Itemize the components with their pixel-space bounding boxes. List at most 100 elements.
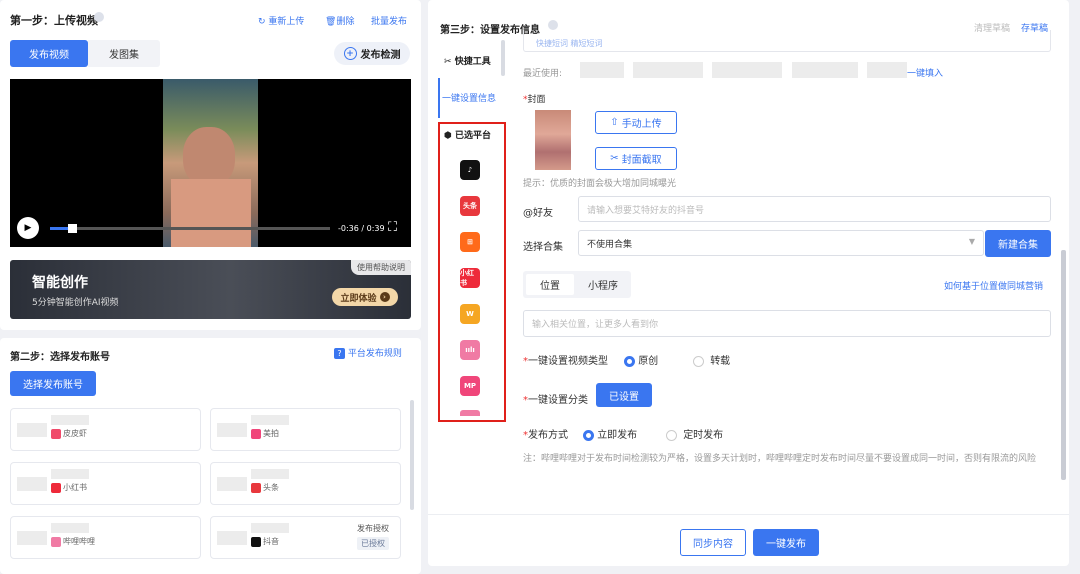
platform-tag: 皮皮虾 — [51, 428, 87, 439]
video-type-row: *一键设置视频类型 — [523, 356, 608, 367]
step2-title: 第二步：选择发布账号 — [10, 352, 110, 363]
account-card[interactable]: 美拍 — [210, 408, 401, 451]
category-row: *一键设置分类 — [523, 395, 588, 406]
account-card[interactable]: 皮皮虾 — [10, 408, 201, 451]
batch-publish-button[interactable]: 批量发布 — [371, 14, 407, 27]
radio-original-circle — [624, 355, 635, 367]
question-icon: ? — [334, 348, 345, 359]
side-scrollbar[interactable] — [501, 40, 505, 76]
weishi-icon[interactable]: W — [460, 304, 480, 324]
meipai-icon[interactable]: MP — [460, 376, 480, 396]
platform-tag-icon — [251, 536, 261, 547]
platform-tag: 美拍 — [251, 428, 279, 439]
collection-select[interactable]: 不使用合集 ▼ — [578, 230, 984, 256]
platform-rules-link[interactable]: ? 平台发布规则 — [334, 346, 402, 359]
form-scrollbar[interactable] — [1061, 250, 1066, 480]
location-input[interactable]: 输入相关位置，让更多人看到你 — [523, 310, 1051, 337]
account-panel: 第二步：选择发布账号 ? 平台发布规则 选择发布账号 皮皮虾 美拍小红书 头条 哔哩哔… — [0, 338, 421, 574]
platform-tag: 抖音 — [251, 536, 279, 547]
help-icon — [548, 20, 558, 30]
check-icon: + — [343, 47, 357, 60]
step1-title: 第一步：上传视频 — [10, 14, 98, 27]
short-phrase-box[interactable]: 快捷短词 精短短词 — [523, 30, 1051, 52]
at-friends-input[interactable]: 请输入想要艾特好友的抖音号 — [578, 196, 1051, 222]
account-card[interactable]: 头条 — [210, 462, 401, 505]
cover-tip: 提示：优质的封面会极大增加同城曝光 — [523, 179, 677, 189]
reupload-button[interactable]: ↻ 重新上传 — [258, 14, 304, 27]
shirt-shape — [171, 179, 251, 247]
selected-platforms-box: ⬢ 已选平台 ♪ 头条 ⊞ 小红书 Wıılı MP — [438, 122, 506, 422]
auth-badge: 已授权 — [357, 537, 389, 550]
radio-repost-circle — [693, 355, 704, 367]
publish-check-button[interactable]: + 发布检测 — [334, 42, 410, 65]
new-collection-button[interactable]: 新建合集 — [985, 230, 1051, 257]
avatar — [217, 531, 247, 545]
at-friends-label: @好友 — [523, 208, 553, 219]
bilibili-icon[interactable]: ıılı — [460, 340, 480, 360]
radio-publish-now[interactable]: 立即发布 — [583, 426, 637, 441]
banner-help-link[interactable]: 使用帮助说明 — [351, 260, 411, 275]
upload-panel: 第一步：上传视频 ↻ 重新上传 🗑删除 批量发布 发布视频 发图集 + 发布检测… — [0, 0, 421, 330]
footer-divider — [428, 514, 1069, 515]
banner-try-button[interactable]: 立即体验 › — [332, 288, 398, 306]
side-tools[interactable]: ✂ 快捷工具 — [444, 54, 491, 67]
toutiao-icon[interactable]: 头条 — [460, 196, 480, 216]
account-name — [51, 523, 89, 533]
douyin-icon[interactable]: ♪ — [460, 160, 480, 180]
sync-content-button[interactable]: 同步内容 — [680, 529, 746, 556]
arrow-right-icon: › — [379, 292, 390, 302]
scissors-icon: ✂ — [610, 153, 619, 164]
account-card[interactable]: 抖音 发布授权 已授权 — [210, 516, 401, 559]
radio-repost[interactable]: 转载 — [693, 352, 730, 367]
play-button[interactable]: ▶ — [17, 217, 39, 239]
manual-upload-button[interactable]: ⇧ 手动上传 — [595, 111, 677, 134]
platform-tag: 小红书 — [51, 482, 87, 493]
account-card[interactable]: 哔哩哔哩 — [10, 516, 201, 559]
tab-mini-program[interactable]: 小程序 — [579, 274, 627, 295]
account-card[interactable]: 小红书 — [10, 462, 201, 505]
xiaohongshu-icon[interactable]: 小红书 — [460, 268, 480, 288]
category-set-button[interactable]: 已设置 — [596, 383, 652, 407]
tab-location[interactable]: 位置 — [526, 274, 574, 295]
account-name — [251, 415, 289, 425]
account-name — [251, 523, 289, 533]
video-progress-track[interactable] — [50, 227, 330, 230]
platform-tag-icon — [251, 482, 261, 493]
cover-thumbnail[interactable] — [535, 110, 571, 170]
account-name — [251, 469, 289, 479]
cloud-upload-icon: ⇧ — [610, 117, 619, 128]
kuaishou-icon[interactable]: ⊞ — [460, 232, 480, 252]
video-progress-handle[interactable] — [68, 224, 78, 233]
radio-original[interactable]: 原创 — [624, 352, 658, 367]
choose-account-button[interactable]: 选择发布账号 — [10, 371, 96, 396]
ai-creation-banner[interactable]: 智能创作 5分钟智能创作AI视频 使用帮助说明 立即体验 › — [10, 260, 411, 319]
platform-tag-icon — [251, 428, 261, 439]
tab-publish-video[interactable]: 发布视频 — [10, 40, 88, 67]
publish-mode-row: *发布方式 — [523, 430, 568, 441]
location-marketing-link[interactable]: 如何基于位置做同城营销 — [944, 279, 1043, 292]
radio-publish-timed-circle — [666, 429, 677, 441]
avatar — [17, 423, 47, 437]
video-frame — [163, 79, 258, 247]
face-shape — [183, 127, 235, 187]
video-time: -0:36 / 0:39 — [338, 224, 385, 233]
cover-label: *封面 — [523, 95, 546, 105]
account-name — [51, 469, 89, 479]
location-tabs: 位置 小程序 — [523, 271, 631, 298]
fill-in-link[interactable]: 一键填入 — [907, 66, 943, 79]
account-name — [51, 415, 89, 425]
side-divider — [438, 78, 440, 118]
cover-capture-button[interactable]: ✂ 封面截取 — [595, 147, 677, 170]
chevron-down-icon: ▼ — [968, 237, 975, 246]
publish-info-panel: 第三步：设置发布信息 清理草稿 存草稿 ✂ 快捷工具 一键设置信息 ⬢ 已选平台… — [428, 0, 1069, 566]
publish-all-button[interactable]: 一键发布 — [753, 529, 819, 556]
video-player[interactable]: ▶ -0:36 / 0:39 ⛶ — [10, 79, 411, 247]
refresh-icon: ↻ — [258, 17, 266, 27]
account-scrollbar[interactable] — [410, 400, 414, 510]
side-quick-setting[interactable]: 一键设置信息 — [442, 91, 496, 104]
delete-button[interactable]: 🗑删除 — [325, 14, 354, 27]
radio-publish-timed[interactable]: 定时发布 — [666, 426, 723, 441]
tab-publish-images[interactable]: 发图集 — [88, 40, 160, 67]
avatar — [17, 477, 47, 491]
fullscreen-icon[interactable]: ⛶ — [388, 220, 397, 235]
